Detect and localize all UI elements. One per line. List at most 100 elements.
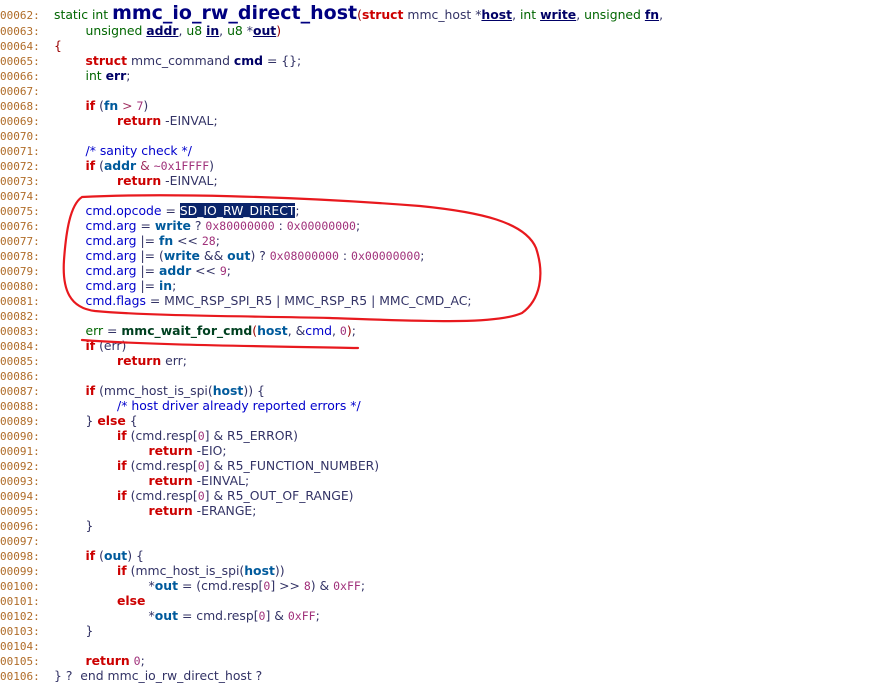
code-text: *out = (cmd.resp[0] >> 8) & 0xFF;	[54, 578, 366, 593]
code-text: int err;	[85, 68, 131, 83]
line-number: 00074:	[0, 190, 40, 203]
line-number: 00101:	[0, 595, 40, 608]
code-line: 00087: if (mmc_host_is_spi(host)) {	[0, 383, 265, 398]
code-line: 00063: unsigned addr, u8 in, u8 *out)	[0, 23, 281, 38]
code-line: 00089: } else {	[0, 413, 138, 428]
line-number: 00070:	[0, 130, 40, 143]
code-text: cmd.arg |= fn << 28;	[85, 233, 220, 248]
line-number: 00063:	[0, 25, 40, 38]
code-line: 00094: if (cmd.resp[0] & R5_OUT_OF_RANGE…	[0, 488, 354, 503]
code-text: cmd.arg |= in;	[85, 278, 177, 293]
line-number: 00080:	[0, 280, 40, 293]
code-line: 00072: if (addr & ~0x1FFFF)	[0, 158, 214, 173]
line-number: 00083:	[0, 325, 40, 338]
line-number: 00098:	[0, 550, 40, 563]
line-number: 00075:	[0, 205, 40, 218]
code-text: return 0;	[85, 653, 145, 668]
code-line: 00071: /* sanity check */	[0, 143, 192, 158]
code-line: 00067:	[0, 83, 54, 98]
code-text: if (addr & ~0x1FFFF)	[85, 158, 214, 173]
code-line: 00085: return err;	[0, 353, 187, 368]
line-number: 00077:	[0, 235, 40, 248]
line-number: 00073:	[0, 175, 40, 188]
code-text: if (cmd.resp[0] & R5_ERROR)	[117, 428, 298, 443]
code-text: } else {	[54, 413, 138, 428]
line-number: 00079:	[0, 265, 40, 278]
code-line: 00097:	[0, 533, 54, 548]
line-number: 00095:	[0, 505, 40, 518]
code-text: if (out) {	[85, 548, 144, 563]
code-line: 00062: static int mmc_io_rw_direct_host(s…	[0, 3, 663, 23]
code-text: unsigned addr, u8 in, u8 *out)	[85, 23, 282, 38]
line-number: 00100:	[0, 580, 40, 593]
line-number: 00091:	[0, 445, 40, 458]
code-line: 00101: else	[0, 593, 145, 608]
code-text: cmd.arg |= (write && out) ? 0x08000000 :…	[85, 248, 425, 263]
code-text: return -ERANGE;	[148, 503, 257, 518]
line-number: 00064:	[0, 40, 40, 53]
code-line: 00090: if (cmd.resp[0] & R5_ERROR)	[0, 428, 298, 443]
code-line: 00100: *out = (cmd.resp[0] >> 8) & 0xFF;	[0, 578, 365, 593]
line-number: 00103:	[0, 625, 40, 638]
code-line: 00098: if (out) {	[0, 548, 144, 563]
line-number: 00087:	[0, 385, 40, 398]
code-line: 00096: }	[0, 518, 93, 533]
code-line: 00093: return -EINVAL;	[0, 473, 249, 488]
code-line: 00105: return 0;	[0, 653, 145, 668]
code-line: 00069: return -EINVAL;	[0, 113, 218, 128]
code-text: return err;	[117, 353, 187, 368]
line-number: 00076:	[0, 220, 40, 233]
code-line: 00076: cmd.arg = write ? 0x80000000 : 0x…	[0, 218, 360, 233]
code-line: 00080: cmd.arg |= in;	[0, 278, 176, 293]
code-line: 00064: {	[0, 38, 62, 53]
code-line: 00083: err = mmc_wait_for_cmd(host, &cmd…	[0, 323, 356, 338]
code-line: 00070:	[0, 128, 54, 143]
code-text: }	[54, 518, 94, 533]
code-line: 00075: cmd.opcode = SD_IO_RW_DIRECT;	[0, 203, 300, 218]
code-line: 00095: return -ERANGE;	[0, 503, 256, 518]
line-number: 00085:	[0, 355, 40, 368]
code-text: /* sanity check */	[85, 143, 192, 158]
code-line: 00074:	[0, 188, 54, 203]
code-line: 00081: cmd.flags = MMC_RSP_SPI_R5 | MMC_…	[0, 293, 472, 308]
code-text: else	[117, 593, 146, 608]
code-text: struct mmc_command cmd = {};	[85, 53, 302, 68]
code-line: 00066: int err;	[0, 68, 130, 83]
code-line: 00082:	[0, 308, 54, 323]
line-number: 00090:	[0, 430, 40, 443]
code-text: cmd.opcode = SD_IO_RW_DIRECT;	[85, 203, 300, 218]
code-line: 00073: return -EINVAL;	[0, 173, 218, 188]
line-number: 00094:	[0, 490, 40, 503]
line-number: 00089:	[0, 415, 40, 428]
code-text: cmd.flags = MMC_RSP_SPI_R5 | MMC_RSP_R5 …	[85, 293, 472, 308]
line-number: 00068:	[0, 100, 40, 113]
line-number: 00086:	[0, 370, 40, 383]
code-text: cmd.arg |= addr << 9;	[85, 263, 231, 278]
line-number: 00097:	[0, 535, 40, 548]
line-number: 00065:	[0, 55, 40, 68]
line-number: 00069:	[0, 115, 40, 128]
code-text: err = mmc_wait_for_cmd(host, &cmd, 0);	[85, 323, 356, 338]
code-text: }	[54, 623, 94, 638]
line-number: 00088:	[0, 400, 40, 413]
line-number: 00078:	[0, 250, 40, 263]
code-text: {	[54, 38, 62, 53]
code-text: cmd.arg = write ? 0x80000000 : 0x0000000…	[85, 218, 361, 233]
code-line: 00106:} ? end mmc_io_rw_direct_host ?	[0, 668, 262, 683]
code-line: 00079: cmd.arg |= addr << 9;	[0, 263, 231, 278]
code-text: if (cmd.resp[0] & R5_FUNCTION_NUMBER)	[117, 458, 380, 473]
line-number: 00066:	[0, 70, 40, 83]
code-line: 00068: if (fn > 7)	[0, 98, 148, 113]
code-line: 00103: }	[0, 623, 93, 638]
code-line: 00084: if (err)	[0, 338, 126, 353]
code-listing: 00062: static int mmc_io_rw_direct_host(s…	[0, 0, 877, 686]
line-number: 00096:	[0, 520, 40, 533]
line-number: 00072:	[0, 160, 40, 173]
line-number: 00092:	[0, 460, 40, 473]
code-line: 00092: if (cmd.resp[0] & R5_FUNCTION_NUM…	[0, 458, 379, 473]
code-text: if (mmc_host_is_spi(host)) {	[85, 383, 265, 398]
code-text: return -EINVAL;	[117, 113, 218, 128]
line-number: 00093:	[0, 475, 40, 488]
code-text: if (cmd.resp[0] & R5_OUT_OF_RANGE)	[117, 488, 354, 503]
code-line: 00104:	[0, 638, 54, 653]
